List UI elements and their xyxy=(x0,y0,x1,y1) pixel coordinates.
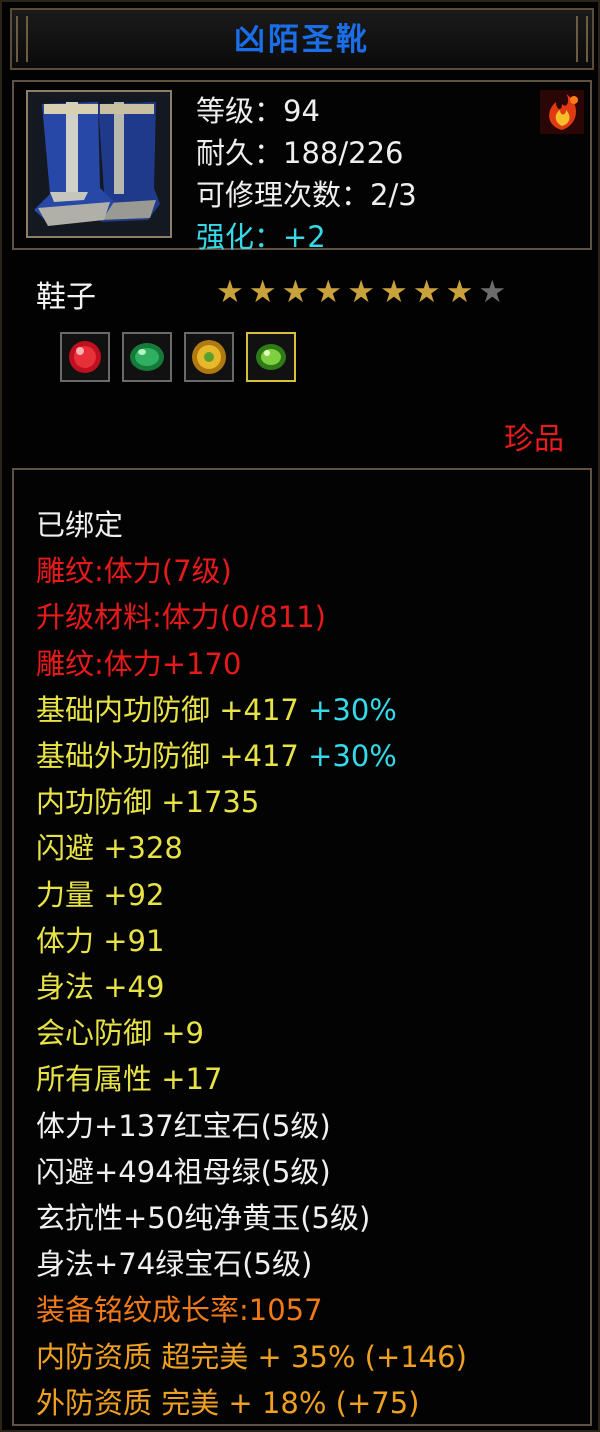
attribute-line: 雕纹:体力(7级) xyxy=(36,548,467,594)
item-icon-frame[interactable] xyxy=(26,90,172,238)
star-filled-icon: ★ xyxy=(216,274,244,310)
attribute-line: 会心防御 +9 xyxy=(36,1010,467,1056)
item-repair-count: 可修理次数：2/3 xyxy=(196,178,417,212)
attribute-text: 升级材料:体力(0/811) xyxy=(36,600,326,635)
star-filled-icon: ★ xyxy=(347,274,375,310)
attribute-text: 基础内功防御 +417 xyxy=(36,692,309,727)
attribute-line: 闪避+494祖母绿(5级) xyxy=(36,1149,467,1195)
attribute-line: 升级材料:体力(0/811) xyxy=(36,594,467,640)
gem-slot[interactable] xyxy=(122,332,172,382)
attribute-text: 体力+137红宝石(5级) xyxy=(36,1108,331,1143)
attribute-text: 雕纹:体力(7级) xyxy=(36,554,232,589)
item-header-panel: 等级：94 耐久：188/226 可修理次数：2/3 强化：+2 xyxy=(12,80,592,254)
attribute-line: 体力 +91 xyxy=(36,918,467,964)
attribute-text: 基础外功防御 +417 xyxy=(36,739,309,774)
flame-emblem-icon xyxy=(540,90,584,134)
gem-slot[interactable] xyxy=(60,332,110,382)
attribute-text: 外防资质 完美 + 18% (+75) xyxy=(36,1385,420,1420)
gem-sockets xyxy=(60,332,296,382)
attribute-line: 基础内功防御 +417 +30% xyxy=(36,687,467,733)
attribute-text: 雕纹:体力+170 xyxy=(36,646,242,681)
item-durability: 耐久：188/226 xyxy=(196,136,404,170)
attribute-line: 外防资质 完美 + 18% (+75) xyxy=(36,1380,467,1426)
emerald-gem-icon xyxy=(130,343,164,371)
attribute-text: 装备铭纹成长率:1057 xyxy=(36,1293,323,1328)
attribute-line: 内功防御 +1735 xyxy=(36,779,467,825)
attribute-text: 所有属性 +17 xyxy=(36,1062,223,1097)
attribute-text: +30% xyxy=(308,739,397,774)
star-rating: ★ ★ ★ ★ ★ ★ ★ ★ ★ xyxy=(216,276,506,308)
attribute-line: 装备铭纹成长率:1057 xyxy=(36,1287,467,1333)
attribute-text: 身法 +49 xyxy=(36,970,165,1005)
star-filled-icon: ★ xyxy=(445,274,474,310)
attribute-list: 已绑定雕纹:体力(7级) 升级材料:体力(0/811) 雕纹:体力+170 基础内功防… xyxy=(36,502,467,1426)
item-stats: 等级：94 耐久：188/226 可修理次数：2/3 强化：+2 xyxy=(196,90,417,258)
attribute-line: 身法 +49 xyxy=(36,964,467,1010)
attribute-text: 会心防御 +9 xyxy=(36,1016,204,1051)
item-type: 鞋子 xyxy=(36,280,96,315)
yellow-jade-gem-icon xyxy=(192,340,226,374)
attribute-text: 体力 +91 xyxy=(36,923,165,958)
attribute-text: 已绑定 xyxy=(36,508,124,542)
attribute-text: 内功防御 +1735 xyxy=(36,785,260,820)
attribute-text: 闪避 +328 xyxy=(36,831,183,866)
attribute-line: 已绑定 xyxy=(36,502,467,548)
attribute-line: 基础外功防御 +417 +30% xyxy=(36,733,467,779)
item-name: 凶陌圣靴 xyxy=(234,22,370,58)
item-level: 等级：94 xyxy=(196,94,320,128)
boots-icon xyxy=(28,92,170,236)
item-tooltip: 凶陌圣靴 等级：94 耐久：188/226 可修理次数：2/3 强化：+2 鞋子… xyxy=(0,0,600,1432)
attribute-text: 身法+74绿宝石(5级) xyxy=(36,1247,313,1282)
item-enhance: 强化：+2 xyxy=(196,220,326,254)
attribute-line: 力量 +92 xyxy=(36,872,467,918)
attribute-line: 身法+74绿宝石(5级) xyxy=(36,1241,467,1287)
attribute-line: 所有属性 +17 xyxy=(36,1056,467,1102)
ruby-gem-icon xyxy=(69,341,101,373)
attribute-text: 闪避+494祖母绿(5级) xyxy=(36,1154,331,1189)
attribute-text: 玄抗性+50纯净黄玉(5级) xyxy=(36,1201,371,1236)
title-bar: 凶陌圣靴 xyxy=(10,8,594,70)
rarity-label: 珍品 xyxy=(504,422,564,457)
star-filled-icon: ★ xyxy=(314,274,343,310)
star-filled-icon: ★ xyxy=(412,274,441,310)
attribute-line: 内防资质 超完美 + 35% (+146) xyxy=(36,1334,467,1380)
star-filled-icon: ★ xyxy=(281,274,310,310)
attribute-line: 体力+137红宝石(5级) xyxy=(36,1103,467,1149)
star-filled-icon: ★ xyxy=(379,274,408,310)
attributes-panel: 已绑定雕纹:体力(7级) 升级材料:体力(0/811) 雕纹:体力+170 基础内功防… xyxy=(12,468,592,1426)
attribute-line: 闪避 +328 xyxy=(36,825,467,871)
green-gem-icon xyxy=(256,344,286,370)
attribute-line: 玄抗性+50纯净黄玉(5级) xyxy=(36,1195,467,1241)
star-filled-icon: ★ xyxy=(248,274,277,310)
attribute-text: +30% xyxy=(308,692,397,727)
star-empty-icon: ★ xyxy=(478,274,507,310)
attribute-text: 内防资质 超完美 + 35% (+146) xyxy=(36,1339,467,1374)
gem-slot-selected[interactable] xyxy=(246,332,296,382)
attribute-text: 力量 +92 xyxy=(36,877,165,912)
gem-slot[interactable] xyxy=(184,332,234,382)
attribute-line: 雕纹:体力+170 xyxy=(36,641,467,687)
